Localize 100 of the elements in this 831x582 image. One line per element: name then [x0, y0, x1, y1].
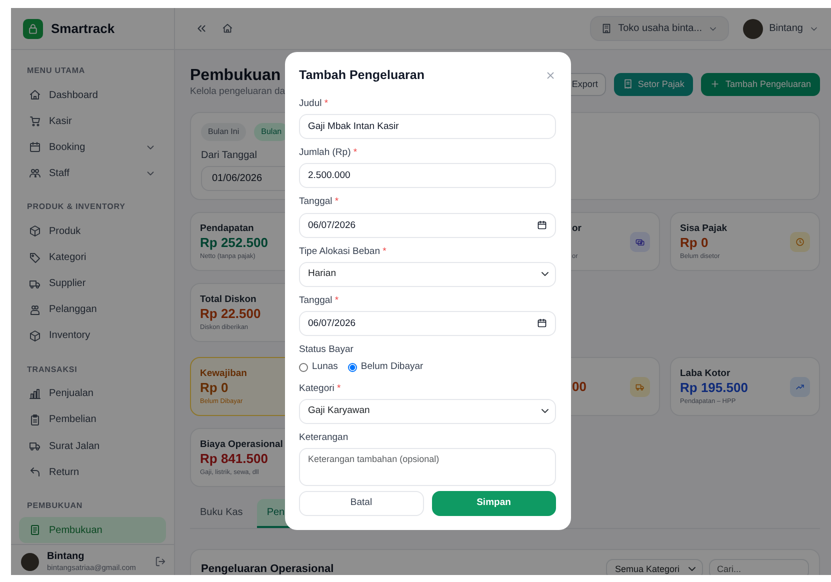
field-label: Dari Tanggal — [201, 149, 257, 164]
close-button[interactable] — [545, 70, 556, 81]
section-heading: TRANSAKSI — [26, 364, 78, 376]
sidebar-item[interactable]: Booking — [19, 134, 166, 160]
stat-value: Rp 0 — [680, 234, 708, 252]
box-icon — [29, 225, 41, 238]
select-field[interactable]: Harian — [299, 262, 556, 287]
stat-value: Rp 22.500 — [200, 304, 261, 323]
stat-label: Kewajiban — [200, 368, 247, 379]
home-link[interactable] — [222, 23, 233, 34]
sidebar-item[interactable]: Kasir — [19, 108, 166, 134]
field-label: Status Bayar — [299, 343, 354, 357]
text-field[interactable]: Gaji Mbak Intan Kasir — [299, 114, 556, 139]
radio-button[interactable] — [348, 362, 357, 372]
trend-up-icon — [790, 376, 810, 397]
sidebar-item[interactable]: Pelanggan — [19, 296, 166, 323]
sidebar-item[interactable]: Staff — [19, 160, 166, 186]
sidebar-item[interactable]: Produk — [19, 218, 166, 244]
money-icon — [630, 232, 650, 252]
field-label: Kategori * — [299, 382, 341, 396]
stat-value: Rp 841.500 — [200, 450, 268, 468]
calendar-icon — [537, 318, 547, 328]
stat-label: Total Diskon — [200, 294, 256, 305]
truck-icon — [29, 440, 41, 452]
dialog-title: Tambah Pengeluaran — [299, 67, 424, 84]
select-field[interactable]: Gaji Karyawan — [299, 398, 556, 424]
field-label: Keterangan — [299, 430, 348, 445]
sidebar-item[interactable]: Kategori — [19, 244, 166, 271]
building-icon — [601, 23, 612, 34]
sidebar-item[interactable]: Surat Jalan — [19, 433, 166, 460]
clipboard-icon — [29, 414, 41, 426]
add-expense-button[interactable]: Tambah Pengeluaran — [701, 73, 820, 96]
brand-name: Smartrack — [51, 20, 115, 38]
truck-icon — [29, 278, 41, 290]
sidebar-item[interactable]: Supplier — [19, 270, 166, 297]
field-label: Jumlah (Rp) * — [299, 146, 358, 160]
category-select[interactable]: Semua Kategori — [606, 559, 703, 575]
sidebar-item[interactable]: Penjualan — [19, 380, 166, 407]
field-label: Tanggal * — [299, 195, 339, 210]
section-heading: PRODUK & INVENTORY — [26, 201, 126, 214]
tax-deposit-button[interactable]: Setor Pajak — [614, 73, 694, 96]
stat-label: Sisa Pajak — [680, 222, 728, 234]
section-heading: PEMBUKUAN — [26, 500, 84, 512]
section-heading: MENU UTAMA — [26, 65, 86, 77]
logo-icon — [23, 18, 43, 38]
stat-value: Rp 252.500 — [200, 234, 268, 252]
sidebar-item[interactable]: Pembelian — [19, 406, 166, 434]
date-field[interactable]: 06/07/2026 — [299, 212, 556, 238]
logout-button[interactable] — [155, 556, 166, 568]
stat-label: or — [572, 222, 582, 234]
stat-value: Rp 0 — [200, 378, 228, 397]
home-icon — [222, 23, 233, 34]
sidebar-item[interactable]: Return — [19, 459, 166, 486]
search-field[interactable]: Cari... — [709, 559, 809, 575]
tag-icon — [29, 252, 41, 264]
card-title: Pengeluaran Operasional — [201, 562, 334, 575]
store-selector[interactable]: Toko usaha binta... — [590, 16, 730, 41]
stat-label: Biaya Operasional — [200, 438, 283, 450]
period-chip[interactable]: Bulan Ini — [201, 123, 246, 142]
stat-value: 00 — [572, 378, 586, 396]
date-field[interactable]: 06/07/2026 — [299, 311, 556, 336]
calendar-icon — [537, 220, 547, 230]
return-arrow-icon — [29, 466, 41, 478]
person-icon — [29, 304, 41, 316]
cart-icon — [29, 115, 41, 128]
clock-icon — [790, 232, 810, 252]
radio-label[interactable]: Belum Dibayar — [360, 360, 424, 374]
page-title: Pembukuan — [190, 66, 281, 86]
truck-icon — [630, 376, 650, 397]
receipt-icon — [622, 79, 633, 90]
avatar — [743, 18, 764, 38]
field-label: Judul * — [299, 96, 328, 111]
radio-label[interactable]: Lunas — [312, 360, 338, 374]
radio-button[interactable] — [299, 362, 308, 372]
stat-label: Pendapatan — [200, 222, 254, 234]
box-icon — [29, 330, 41, 342]
double-chevron-left-icon — [195, 22, 208, 35]
home-icon — [29, 89, 41, 102]
cancel-button[interactable]: Batal — [299, 491, 424, 516]
plus-icon — [710, 79, 720, 90]
calendar-icon — [29, 141, 41, 154]
stat-value: Rp 195.500 — [680, 378, 748, 397]
sidebar-item[interactable]: Pembukuan — [19, 517, 166, 544]
notes-field[interactable]: Keterangan tambahan (opsional) — [299, 448, 556, 486]
tab[interactable]: Buku Kas — [190, 499, 253, 528]
user-menu[interactable]: Bintang — [743, 18, 819, 38]
save-button[interactable]: Simpan — [432, 491, 556, 516]
field-label: Tanggal * — [299, 294, 339, 308]
text-field[interactable]: 2.500.000 — [299, 163, 556, 188]
user-name: Bintang — [47, 550, 86, 562]
bar-chart-icon — [29, 388, 41, 400]
sidebar-item[interactable]: Inventory — [19, 322, 166, 349]
sidebar-item[interactable]: Dashboard — [19, 82, 166, 108]
collapse-button[interactable] — [195, 22, 208, 35]
stat-label: Laba Kotor — [680, 368, 730, 379]
page-subtitle: Kelola pengeluaran da — [190, 85, 286, 100]
people-icon — [29, 167, 41, 180]
document-icon — [29, 524, 41, 536]
field-label: Tipe Alokasi Beban * — [299, 244, 386, 258]
avatar — [21, 552, 39, 571]
